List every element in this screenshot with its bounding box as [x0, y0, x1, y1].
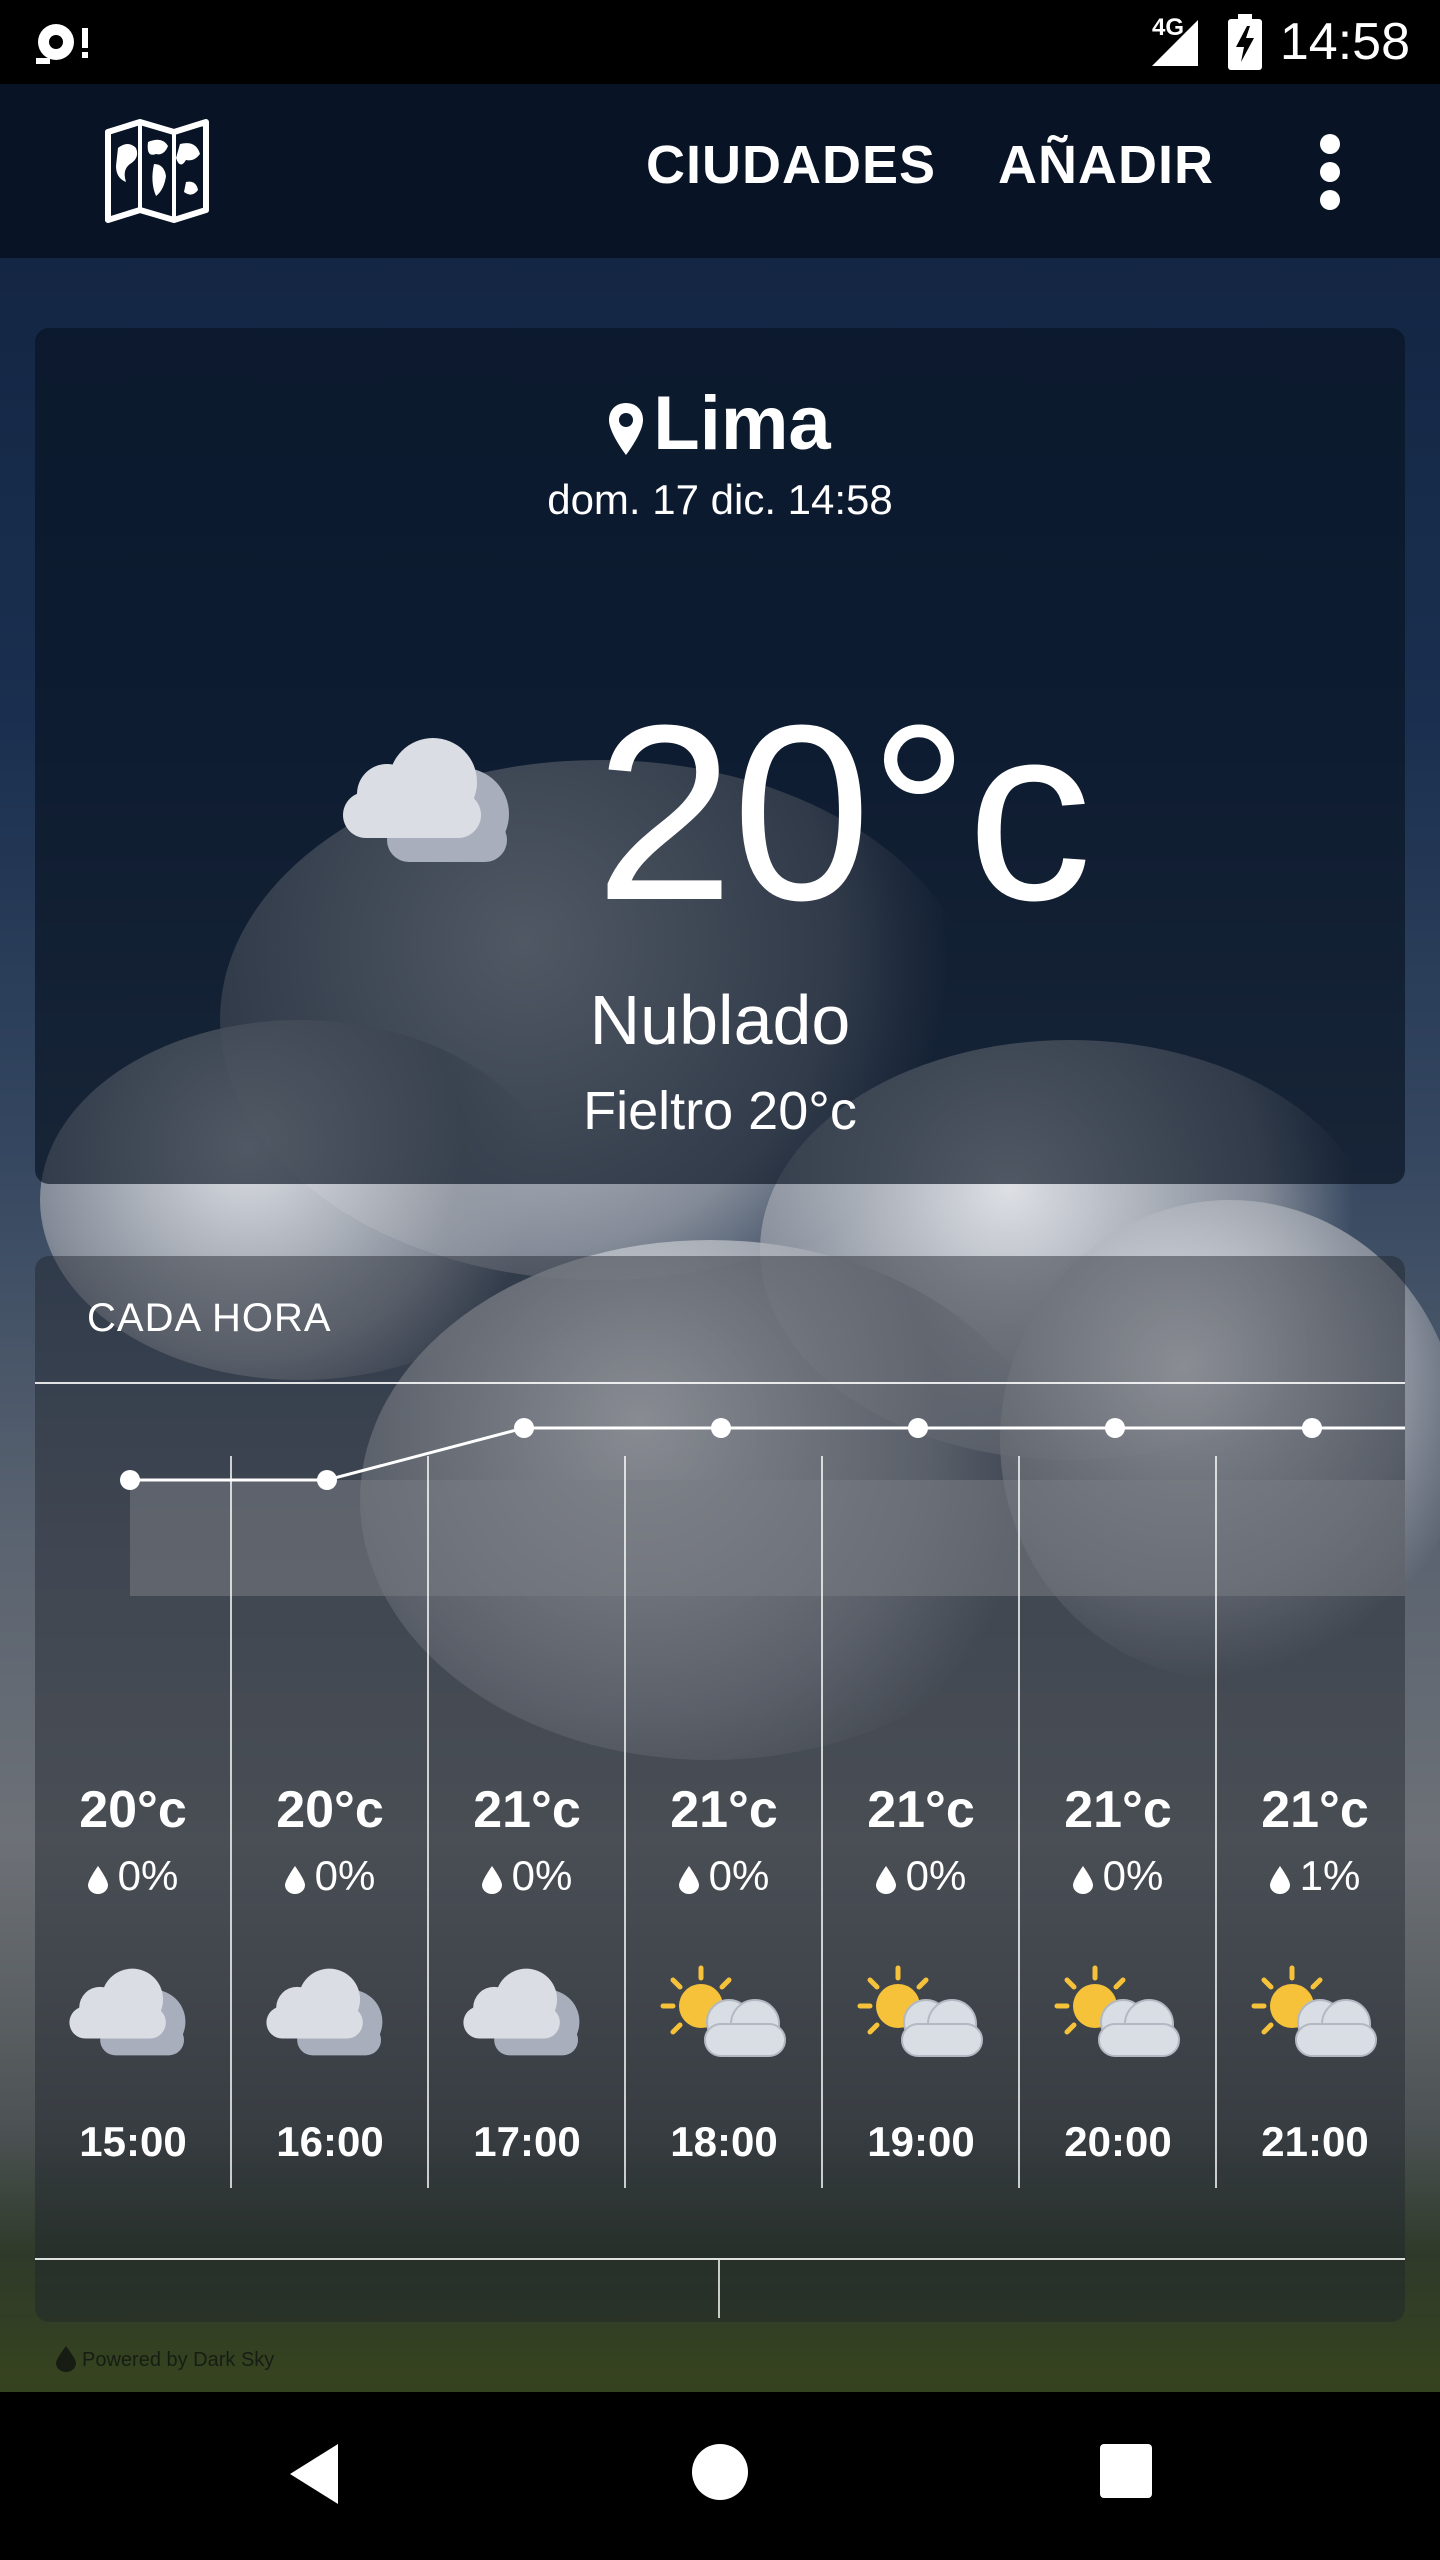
precipitation-value: 0%: [511, 1852, 573, 1899]
partly-cloudy-icon: [1251, 1965, 1377, 2057]
precipitation: 0%: [1020, 1852, 1216, 1900]
precipitation-value: 0%: [1102, 1852, 1164, 1899]
powered-by-text: Powered by Dark Sky: [56, 2346, 274, 2372]
precipitation-value: 0%: [314, 1852, 376, 1899]
dark-sky-logo-icon: [56, 2346, 76, 2372]
temperature-point: [120, 1470, 140, 1490]
cloudy-icon: [69, 1968, 186, 2056]
status-bar: 4G 14:58: [0, 0, 1440, 84]
powered-by-label: Powered by Dark Sky: [82, 2349, 275, 2371]
column-divider: [718, 2260, 720, 2318]
home-icon[interactable]: [690, 2442, 750, 2502]
raindrop-icon: [1269, 1866, 1290, 1894]
back-icon[interactable]: [286, 2442, 342, 2506]
location-name: Lima: [653, 381, 831, 466]
hour-temperature: 21°c: [1261, 1781, 1369, 1839]
precipitation: 0%: [823, 1852, 1019, 1900]
raindrop-icon: [87, 1866, 108, 1894]
raindrop-icon: [284, 1866, 305, 1894]
current-weather-card: Lima dom. 17 dic. 14:58 20°c Nublado Fie…: [35, 328, 1405, 1184]
temperature-line-chart: [120, 1418, 1405, 1490]
precipitation-value: 0%: [117, 1852, 179, 1899]
temperature-point: [908, 1418, 928, 1438]
hour-time: 17:00: [473, 2118, 581, 2165]
hour-time: 19:00: [867, 2118, 975, 2165]
precipitation: 1%: [1217, 1852, 1413, 1900]
partly-cloudy-icon: [857, 1965, 983, 2057]
hour-temperature: 20°c: [79, 1781, 187, 1839]
raindrop-icon: [481, 1866, 502, 1894]
precipitation: 0%: [626, 1852, 822, 1900]
navigation-bar: [0, 2392, 1440, 2560]
precipitation-value: 0%: [708, 1852, 770, 1899]
current-datetime: dom. 17 dic. 14:58: [547, 476, 893, 523]
hour-temperature: 21°c: [867, 1781, 975, 1839]
app-bar: CIUDADES AÑADIR: [0, 84, 1440, 258]
hour-temperature: 20°c: [276, 1781, 384, 1839]
temperature-point: [711, 1418, 731, 1438]
raindrop-icon: [678, 1866, 699, 1894]
divider: [35, 1382, 1405, 1384]
hour-time: 18:00: [670, 2118, 778, 2165]
clock: 14:58: [1279, 13, 1410, 71]
partly-cloudy-icon: [1054, 1965, 1180, 2057]
hour-temperature: 21°c: [1064, 1781, 1172, 1839]
hour-temperature: 21°c: [473, 1781, 581, 1839]
hourly-title: CADA HORA: [87, 1296, 332, 1340]
location-pin-icon: [609, 403, 644, 455]
hour-time: 20:00: [1064, 2118, 1172, 2165]
raindrop-icon: [1072, 1866, 1093, 1894]
precipitation-value: 0%: [905, 1852, 967, 1899]
world-map-icon[interactable]: [104, 118, 210, 224]
hourly-forecast-card: CADA HORA 20°c 0% 15:00 20°c 0% 16:00 21…: [35, 1256, 1405, 2322]
condition-text: Nublado: [589, 981, 851, 1059]
temperature-point: [1302, 1418, 1322, 1438]
recents-icon[interactable]: [1098, 2442, 1154, 2500]
hour-time: 15:00: [79, 2118, 187, 2165]
partly-cloudy-icon: [660, 1965, 786, 2057]
battery-charging-icon: [1228, 14, 1262, 70]
cloudy-icon: [266, 1968, 383, 2056]
precipitation: 0%: [232, 1852, 428, 1900]
divider: [35, 2258, 1405, 2260]
location-title: Lima: [35, 380, 1405, 467]
raindrop-icon: [875, 1866, 896, 1894]
current-temperature: 20°c: [595, 673, 1092, 952]
precipitation-value: 1%: [1299, 1852, 1361, 1899]
app-notification-icon: [36, 24, 88, 64]
temperature-point: [514, 1418, 534, 1438]
precipitation: 0%: [429, 1852, 625, 1900]
more-options-icon[interactable]: [1310, 134, 1350, 210]
cloudy-icon: [343, 738, 509, 862]
feels-like-text: Fieltro 20°c: [583, 1081, 857, 1141]
cloudy-icon: [463, 1968, 580, 2056]
hour-time: 21:00: [1261, 2118, 1369, 2165]
temperature-point: [1105, 1418, 1125, 1438]
temperature-point: [317, 1470, 337, 1490]
precipitation: 0%: [35, 1852, 231, 1900]
add-button[interactable]: AÑADIR: [998, 134, 1214, 196]
signal-icon: [1152, 20, 1198, 66]
hour-temperature: 21°c: [670, 1781, 778, 1839]
hour-time: 16:00: [276, 2118, 384, 2165]
cities-button[interactable]: CIUDADES: [646, 134, 936, 196]
